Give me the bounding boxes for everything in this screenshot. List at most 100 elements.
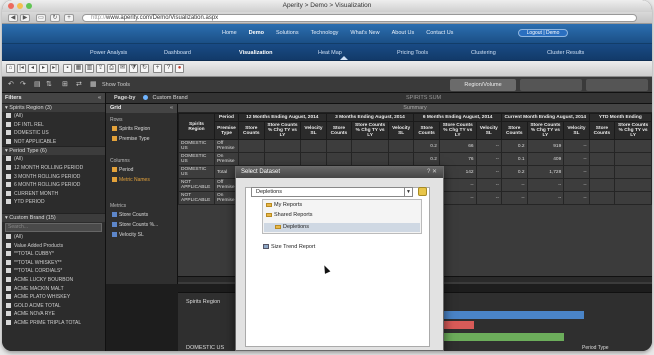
collapse-icon[interactable]: « [98, 93, 101, 103]
show-tools-button[interactable]: Show Tools [102, 80, 130, 90]
subnav-heat-map[interactable]: Heat Map [318, 50, 342, 56]
first-page-icon[interactable]: |◂ [17, 64, 26, 73]
header-group[interactable]: YTD Month Ending [588, 113, 652, 122]
dataset-select[interactable]: Depletions ▼ [251, 187, 413, 197]
add-bookmark-button[interactable]: + [64, 14, 74, 22]
filter-option[interactable]: CURRENT MONTH [2, 190, 105, 199]
chart-bar[interactable] [444, 321, 474, 329]
checkbox-icon[interactable] [6, 311, 11, 317]
filter-option[interactable]: ACME LUCKY BOURBON [2, 276, 105, 285]
header-group[interactable]: 6 Months Ending August, 2014 [413, 113, 502, 122]
checkbox-icon[interactable] [6, 190, 11, 196]
filter-option[interactable]: Value Added Products [2, 242, 105, 251]
export-icon[interactable]: ⇪ [96, 64, 105, 73]
filter-option[interactable]: (All) [2, 155, 105, 164]
checkbox-icon[interactable] [6, 259, 11, 265]
dialog-close-icon[interactable]: ? ✕ [427, 167, 437, 178]
filter-section-custom-brand[interactable]: ▾ Custom Brand (15) [2, 212, 105, 222]
collapse-icon[interactable]: « [170, 104, 173, 113]
subnav-pricing-tools[interactable]: Pricing Tools [397, 50, 428, 56]
nav-about-us[interactable]: About Us [386, 30, 421, 36]
filter-option[interactable]: **TOTAL CORDIALS* [2, 267, 105, 276]
layout-icon[interactable]: ▤ [34, 80, 41, 90]
swap-icon[interactable]: ⇄ [76, 80, 82, 90]
tree-node-depletions[interactable]: Depletions [275, 224, 309, 230]
add-icon[interactable]: + [153, 64, 162, 73]
brand-search-input[interactable]: Search... [5, 222, 102, 232]
header-metric[interactable]: Store Counts [238, 121, 265, 140]
nav-solutions[interactable]: Solutions [270, 30, 305, 36]
next-page-icon[interactable]: ▸ [39, 64, 48, 73]
radio-icon[interactable] [142, 95, 148, 100]
pivot-icon[interactable]: ⊞ [62, 80, 68, 90]
tab-2[interactable] [520, 79, 582, 91]
filter-section-spirits-region[interactable]: ▾ Spirits Region (3) [2, 103, 105, 112]
open-folder-icon[interactable] [418, 187, 427, 196]
chart-bar[interactable] [444, 311, 584, 319]
header-metric[interactable]: Velocity SL [563, 121, 590, 140]
grid-column-item[interactable]: Period [106, 165, 177, 175]
header-metric[interactable]: Store Counts [413, 121, 440, 140]
header-group[interactable]: Current Month Ending August, 2014 [500, 113, 590, 122]
filter-option[interactable]: (All) [2, 112, 105, 121]
header-metric[interactable]: Velocity SL [475, 121, 502, 140]
checkbox-icon[interactable] [6, 121, 11, 127]
grid-column-item[interactable]: Metric Names [106, 175, 177, 185]
grid-icon[interactable]: ▦ [74, 64, 83, 73]
tree-node-my-reports[interactable]: My Reports [266, 202, 302, 208]
subnav-power-analysis[interactable]: Power Analysis [90, 50, 127, 56]
checkbox-icon[interactable] [6, 319, 11, 325]
screen-icon[interactable]: ▭ [36, 14, 46, 22]
filter-option[interactable]: **TOTAL CUBBY* [2, 250, 105, 259]
header-metric[interactable]: Store Counts % Chg TY vs LY [526, 121, 565, 140]
header-group[interactable]: 3 Months Ending August, 2014 [325, 113, 415, 122]
page-by-value[interactable]: Custom Brand [152, 95, 187, 101]
filter-option[interactable]: **TOTAL WHISKEY** [2, 259, 105, 268]
print-icon[interactable]: ⎙ [107, 64, 116, 73]
checkbox-icon[interactable] [6, 251, 11, 257]
subnav-clustering[interactable]: Clustering [471, 50, 496, 56]
filter-option[interactable]: ACME PRIME TRIPLA TOTAL [2, 319, 105, 328]
filter-option[interactable]: ACME NOVA RYE [2, 310, 105, 319]
checkbox-icon[interactable] [6, 276, 11, 282]
header-metric[interactable]: Store Counts [588, 121, 616, 140]
filter-option[interactable]: ACME MACKIN MALT [2, 285, 105, 294]
filter-option[interactable]: DF INTL REL [2, 121, 105, 130]
header-metric[interactable]: Velocity SL [387, 121, 415, 140]
chevron-down-icon[interactable]: ▼ [404, 188, 412, 196]
checkbox-icon[interactable] [6, 173, 11, 179]
header-metric[interactable]: Store Counts % Chg TY vs LY [614, 121, 652, 140]
header-metric[interactable]: Store Counts % Chg TY vs LY [263, 121, 302, 140]
header-period[interactable]: Period [214, 113, 239, 122]
grid-metric-item[interactable]: Velocity SL [106, 230, 177, 240]
checkbox-icon[interactable] [6, 182, 11, 188]
filter-section-period-type[interactable]: ▾ Period Type (6) [2, 146, 105, 156]
back-button[interactable]: ◀ [8, 14, 18, 22]
save-icon[interactable]: ▪ [63, 64, 72, 73]
redo-icon[interactable]: ↷ [20, 80, 26, 90]
report-item[interactable]: Size Trend Report [263, 244, 315, 250]
filter-option[interactable]: YTD PERIOD [2, 198, 105, 207]
filter-option[interactable]: ACME PLATO WHISKEY [2, 293, 105, 302]
grid-row-item[interactable]: Spirits Region [106, 124, 177, 134]
filter-option[interactable]: NOT APPLICABLE [2, 138, 105, 147]
filter-option[interactable]: 6 MONTH ROLLING PERIOD [2, 181, 105, 190]
nav-home[interactable]: Home [216, 30, 243, 36]
forward-button[interactable]: ▶ [20, 14, 30, 22]
email-icon[interactable]: ✉ [118, 64, 127, 73]
tab-3[interactable] [586, 79, 648, 91]
subnav-dashboard[interactable]: Dashboard [164, 50, 191, 56]
header-metric[interactable]: Store Counts % Chg TY vs LY [438, 121, 477, 140]
table-icon[interactable]: ▦ [90, 80, 97, 90]
zoom-window-button[interactable] [26, 3, 32, 9]
header-metric[interactable]: Store Counts [500, 121, 528, 140]
subnav-visualization[interactable]: Visualization [239, 50, 273, 56]
home-icon[interactable]: ⌂ [6, 64, 15, 73]
last-page-icon[interactable]: ▸| [50, 64, 59, 73]
filter-option[interactable]: 12 MONTH ROLLING PERIOD [2, 164, 105, 173]
filter-icon[interactable]: ⧩ [129, 64, 138, 73]
header-spirits-region[interactable]: Spirits Region [178, 113, 215, 140]
checkbox-icon[interactable] [6, 268, 11, 274]
nav-demo[interactable]: Demo [243, 30, 270, 36]
filter-option[interactable]: 3 MONTH ROLLING PERIOD [2, 173, 105, 182]
